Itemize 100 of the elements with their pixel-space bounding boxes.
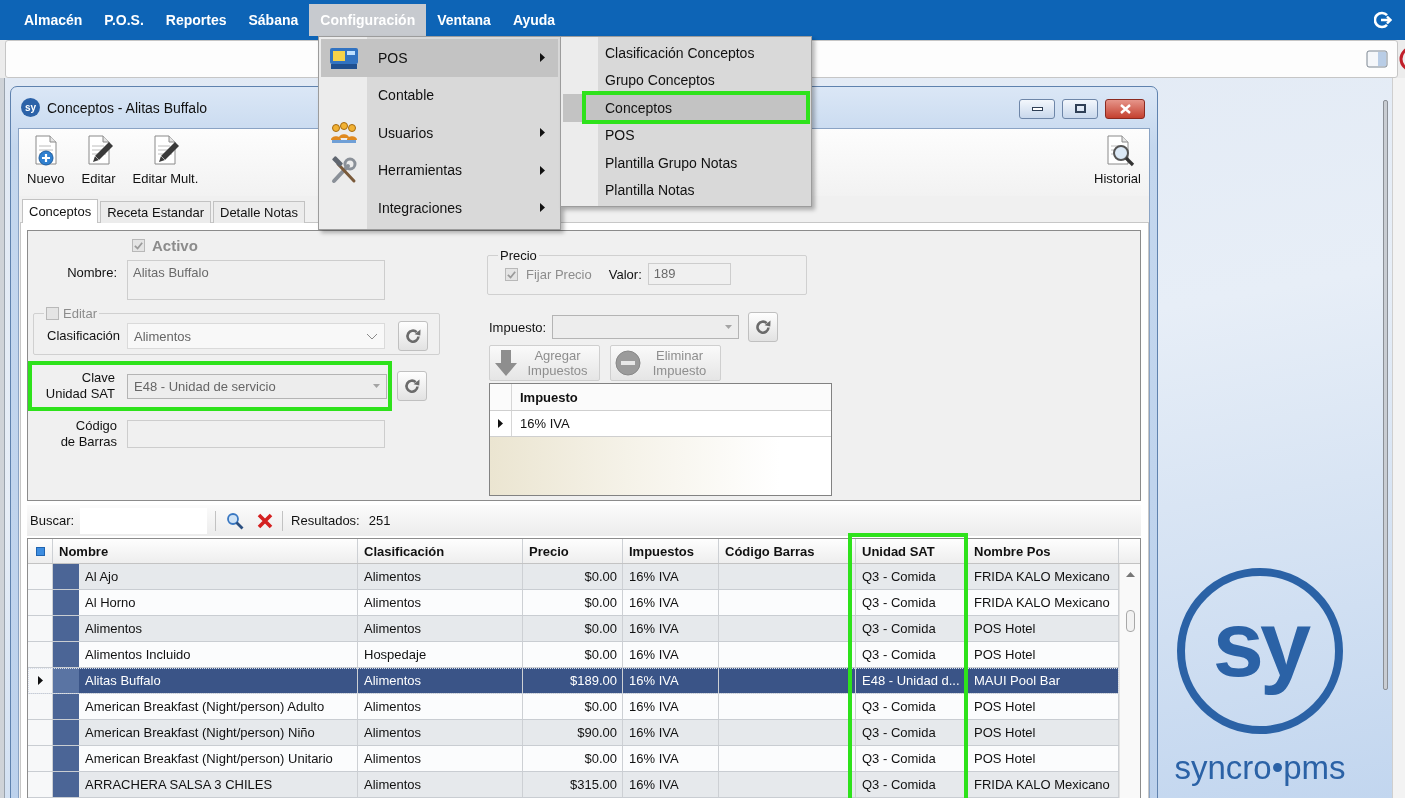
close-icon[interactable]: [256, 511, 275, 530]
table-cell: $315.00: [523, 772, 623, 797]
table-cell: Alimentos: [358, 564, 523, 589]
table-row[interactable]: Alitas Buffalo Alimentos $189.00 16% IVA E48 - Unidad d... MAUI Pool Bar: [28, 668, 1119, 694]
vertical-scrollbar[interactable]: [1382, 100, 1388, 690]
menu-item[interactable]: Herramientas: [321, 151, 558, 189]
refresh-icon: [404, 327, 422, 345]
menu-item[interactable]: Clasificación Conceptos: [563, 39, 809, 67]
table-row[interactable]: Al Ajo Alimentos $0.00 16% IVA Q3 - Comida FRIDA KALO Mexicano: [28, 564, 1119, 590]
table-cell: ARRACHERA SALSA 3 CHILES: [79, 772, 358, 797]
column-header[interactable]: Nombre Pos: [968, 539, 1119, 563]
brand-name: syncro•pms: [1174, 750, 1346, 786]
search-label: Buscar:: [30, 513, 75, 528]
table-cell: Al Ajo: [79, 564, 358, 589]
table-row[interactable]: Alimentos Alimentos $0.00 16% IVA Q3 - Comida POS Hotel: [28, 616, 1119, 642]
checkbox-label: Activo: [152, 237, 198, 254]
table-cell: $0.00: [523, 746, 623, 771]
table-cell: Alimentos: [358, 668, 523, 693]
field-label: Clave Unidad SAT: [44, 370, 115, 402]
column-header[interactable]: Impuesto: [512, 384, 831, 410]
checkbox-label: Editar: [63, 306, 97, 321]
results-label: Resultados:: [291, 513, 360, 528]
table-cell: Q3 - Comida: [856, 746, 968, 771]
toolbar-button[interactable]: Historial: [1092, 133, 1143, 186]
maximize-button[interactable]: [1062, 98, 1098, 119]
close-button[interactable]: [1105, 98, 1145, 119]
menu-bar-item[interactable]: Sábana: [237, 4, 310, 36]
menu-item[interactable]: Conceptos: [563, 94, 809, 122]
table-row[interactable]: American Breakfast (Night/person) Adulto Alimentos $0.00 16% IVA Q3 - Comida POS Hotel: [28, 694, 1119, 720]
square-icon[interactable]: [35, 546, 45, 556]
refresh-icon: [754, 318, 773, 336]
toolbar-button[interactable]: Editar: [79, 133, 118, 186]
menu-bar-item[interactable]: P.O.S.: [93, 4, 155, 36]
table-cell: 16% IVA: [623, 720, 719, 745]
table-cell: 16% IVA: [623, 616, 719, 641]
table-cell: Alitas Buffalo: [79, 668, 358, 693]
table-row[interactable]: American Breakfast (Night/person) Niño Alimentos $90.00 16% IVA Q3 - Comida POS Hotel: [28, 720, 1119, 746]
menu-item[interactable]: Integraciones: [321, 189, 558, 227]
table-row[interactable]: Alimentos Incluido Hospedaje $0.00 16% IVA Q3 - Comida POS Hotel: [28, 642, 1119, 668]
menu-item[interactable]: Contable: [321, 76, 558, 114]
scrollbar-thumb[interactable]: [1125, 610, 1135, 632]
menu-item[interactable]: Grupo Conceptos: [563, 66, 809, 94]
dropdown-field[interactable]: [552, 315, 740, 339]
group-indent-cell: [53, 590, 79, 615]
text-field[interactable]: [127, 420, 385, 448]
menu-item[interactable]: Plantilla Grupo Notas: [563, 149, 809, 177]
table-row[interactable]: 16% IVA: [490, 411, 831, 437]
group-indent-cell: [53, 772, 79, 797]
menu-item[interactable]: Usuarios: [321, 114, 558, 152]
minimize-button[interactable]: [1019, 98, 1055, 119]
search-icon[interactable]: [226, 511, 245, 530]
toolbar-button[interactable]: Editar Mult.: [130, 133, 201, 186]
menu-bar-item[interactable]: Almacén: [13, 4, 94, 36]
refresh-button[interactable]: [398, 321, 428, 351]
panel-toggle-icon[interactable]: [1366, 50, 1388, 68]
menu-item[interactable]: Plantilla Notas: [563, 176, 809, 204]
menu-bar-item[interactable]: Reportes: [154, 4, 238, 36]
tab[interactable]: Detalle Notas: [213, 201, 306, 223]
text-field[interactable]: Alitas Buffalo: [127, 260, 385, 300]
toolbar-button[interactable]: Nuevo: [25, 133, 67, 186]
table-row[interactable]: Al Horno Alimentos $0.00 16% IVA Q3 - Comida FRIDA KALO Mexicano: [28, 590, 1119, 616]
dropdown-field[interactable]: E48 - Unidad de servicio: [127, 373, 387, 399]
scroll-up-icon[interactable]: [1125, 572, 1135, 577]
close-icon: [1119, 103, 1131, 114]
refresh-button[interactable]: [397, 371, 427, 401]
menu-item[interactable]: POS: [563, 121, 809, 149]
menu-item[interactable]: POS: [321, 39, 558, 77]
table-cell: 16% IVA: [623, 694, 719, 719]
tab[interactable]: Receta Estandar: [100, 201, 211, 223]
table-cell: 16% IVA: [623, 590, 719, 615]
table-cell: Q3 - Comida: [856, 720, 968, 745]
terminal-icon: [328, 45, 360, 70]
group-indent-cell: [53, 668, 79, 693]
group-indent-cell: [53, 564, 79, 589]
text-field[interactable]: 189: [647, 263, 731, 285]
column-header[interactable]: Unidad SAT: [856, 539, 968, 563]
table-cell: Alimentos: [358, 616, 523, 641]
menu-bar-item[interactable]: Ventana: [426, 4, 502, 36]
table-row[interactable]: American Breakfast (Night/person) Unitario Alimentos $0.00 16% IVA Q3 - Comida POS Hotel: [28, 746, 1119, 772]
table-cell: $0.00: [523, 616, 623, 641]
field-label: Nombre:: [66, 264, 117, 281]
group-title: Precio: [500, 248, 537, 263]
column-header[interactable]: Clasificación: [358, 539, 523, 563]
exit-icon[interactable]: [1374, 11, 1392, 29]
column-header[interactable]: Nombre: [53, 539, 358, 563]
group-indent-cell: [53, 694, 79, 719]
tab[interactable]: Conceptos: [22, 199, 99, 223]
table-cell: $0.00: [523, 694, 623, 719]
dropdown-field[interactable]: Alimentos: [127, 323, 385, 349]
column-header[interactable]: Precio: [523, 539, 623, 563]
table-cell: Hospedaje: [358, 642, 523, 667]
table-cell: Al Horno: [79, 590, 358, 615]
menu-bar-item[interactable]: Ayuda: [501, 4, 567, 36]
table-cell: 16% IVA: [623, 772, 719, 797]
column-header[interactable]: Impuestos: [623, 539, 719, 563]
caret-down-icon: [373, 384, 380, 388]
column-header[interactable]: Código Barras: [719, 539, 856, 563]
table-row[interactable]: ARRACHERA SALSA 3 CHILES Alimentos $315.00 16% IVA Q3 - Comida FRIDA KALO Mexicano: [28, 772, 1119, 798]
refresh-button[interactable]: [748, 312, 779, 342]
brand-logo: sy: [1177, 568, 1343, 734]
